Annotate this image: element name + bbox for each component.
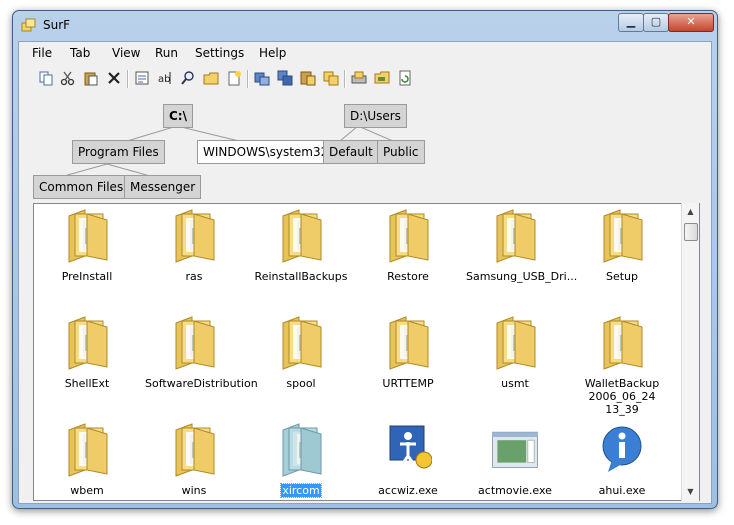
maximize-button[interactable]: ▢ — [643, 13, 669, 32]
file-item-label: ahui.exe — [598, 484, 646, 497]
accessibility-wizard-icon — [389, 425, 432, 469]
minimize-button[interactable]: ▁ — [618, 13, 644, 32]
crumb-messenger[interactable]: Messenger — [124, 175, 202, 199]
crumb-d-users[interactable]: D:\Users — [344, 104, 407, 128]
file-item[interactable]: PreInstall — [37, 204, 137, 283]
file-list[interactable]: PreInstall ras ReinstallBackups Restore … — [33, 203, 700, 501]
file-item-label: usmt — [501, 377, 529, 390]
file-item-label: xircom — [280, 483, 322, 498]
window-app-icon — [492, 431, 538, 468]
folder-icon — [68, 316, 108, 370]
window-title: SurF — [43, 18, 71, 32]
folder-icon — [68, 209, 108, 263]
scroll-down-button[interactable]: ▼ — [682, 484, 699, 500]
client-area: File Tab View Run Settings Help ab C:\ D… — [18, 41, 712, 504]
file-item[interactable]: Setup — [572, 204, 672, 283]
file-item-label: wins — [181, 484, 207, 497]
file-item[interactable]: xircom — [251, 418, 351, 498]
file-item-label: wbem — [70, 484, 104, 497]
file-item-label: SoftwareDistribution — [145, 377, 258, 390]
crumb-windows-system32[interactable]: WINDOWS\system32 — [197, 140, 335, 164]
folder-icon — [175, 209, 215, 263]
crumb-public[interactable]: Public — [377, 140, 425, 164]
folder-icon — [282, 423, 322, 477]
app-window: SurF ▁ ▢ ✕ File Tab View Run Settings He… — [12, 10, 718, 509]
folder-icon — [389, 316, 429, 370]
folder-icon — [603, 316, 643, 370]
file-item-label: Setup — [605, 270, 639, 283]
crumb-default[interactable]: Default — [323, 140, 379, 164]
file-item[interactable]: ras — [144, 204, 244, 283]
title-bar[interactable]: SurF ▁ ▢ ✕ — [13, 11, 717, 39]
file-item-label: ras — [185, 270, 203, 283]
crumb-c-drive[interactable]: C:\ — [163, 104, 193, 128]
folder-icon — [496, 209, 536, 263]
file-item-label: actmovie.exe — [478, 484, 552, 497]
folder-icon — [603, 209, 643, 263]
scroll-up-button[interactable]: ▲ — [682, 204, 699, 220]
close-button[interactable]: ✕ — [668, 13, 714, 32]
file-item[interactable]: spool — [251, 311, 351, 390]
folder-icon — [282, 209, 322, 263]
folder-icon — [389, 209, 429, 263]
file-item-label: accwiz.exe — [378, 484, 438, 497]
file-item[interactable]: accwiz.exe — [358, 418, 458, 497]
file-item-label: WalletBackup 2006_06_24 13_39 — [584, 377, 660, 416]
folder-icon — [496, 316, 536, 370]
file-item[interactable]: ShellExt — [37, 311, 137, 390]
file-item[interactable]: wins — [144, 418, 244, 497]
file-item[interactable]: SoftwareDistribution — [144, 311, 258, 390]
file-item[interactable]: Samsung_USB_Dri... — [465, 204, 577, 283]
app-icon — [21, 18, 36, 32]
file-item[interactable]: ahui.exe — [572, 418, 672, 497]
file-item-label: Samsung_USB_Dri... — [466, 270, 578, 283]
file-item[interactable]: ReinstallBackups — [251, 204, 351, 283]
folder-icon — [175, 423, 215, 477]
file-item[interactable]: Restore — [358, 204, 458, 283]
folder-icon — [282, 316, 322, 370]
scroll-thumb[interactable] — [684, 223, 698, 241]
file-item-label: ShellExt — [64, 377, 110, 390]
file-item-label: spool — [286, 377, 316, 390]
crumb-program-files[interactable]: Program Files — [72, 140, 165, 164]
folder-icon — [68, 423, 108, 477]
file-item-label: URTTEMP — [382, 377, 434, 390]
file-item-label: ReinstallBackups — [254, 270, 348, 283]
file-item-label: Restore — [387, 270, 429, 283]
folder-icon — [175, 316, 215, 370]
info-icon — [602, 426, 642, 472]
file-item[interactable]: WalletBackup 2006_06_24 13_39 — [572, 311, 672, 416]
file-item-label: PreInstall — [61, 270, 113, 283]
file-item[interactable]: usmt — [465, 311, 565, 390]
crumb-common-files[interactable]: Common Files — [33, 175, 130, 199]
file-item[interactable]: wbem — [37, 418, 137, 497]
file-item[interactable]: URTTEMP — [358, 311, 458, 390]
file-item[interactable]: actmovie.exe — [465, 418, 565, 497]
vertical-scrollbar[interactable]: ▲ ▼ — [681, 203, 699, 501]
